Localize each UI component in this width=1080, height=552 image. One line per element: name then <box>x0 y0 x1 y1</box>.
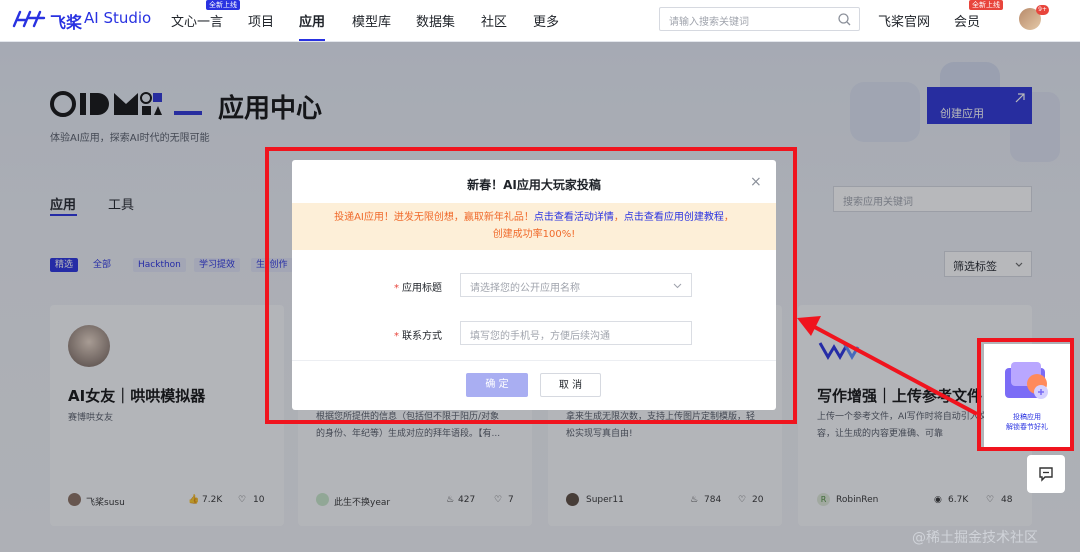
notification-count-badge: 9+ <box>1036 5 1049 15</box>
nav-official-site[interactable]: 飞桨官网 <box>878 11 930 30</box>
nav-item-apps[interactable]: 应用 <box>299 11 325 30</box>
nav-item-more[interactable]: 更多 <box>533 11 559 30</box>
annotation-box-widget <box>977 338 1074 451</box>
nav-item-models[interactable]: 模型库 <box>352 11 391 30</box>
annotation-arrow-icon <box>797 316 978 416</box>
top-nav: 飞桨 AI Studio 文心一言 全新上线 项目 应用 模型库 数据集 社区 … <box>0 0 1080 42</box>
new-badge: 全新上线 <box>206 0 240 10</box>
brand-name-en[interactable]: AI Studio <box>84 9 151 27</box>
nav-item-wenxin[interactable]: 文心一言 <box>171 11 223 30</box>
chat-button[interactable] <box>1027 455 1065 493</box>
chat-icon <box>1039 467 1053 482</box>
paddle-logo-icon[interactable] <box>12 8 46 30</box>
nav-member[interactable]: 会员 <box>954 11 980 30</box>
brand-name-cn[interactable]: 飞桨 <box>50 9 82 33</box>
nav-active-indicator <box>299 39 325 41</box>
annotation-box-modal <box>265 147 797 424</box>
top-search-placeholder: 请输入搜索关键词 <box>669 17 749 28</box>
watermark-text: @稀土掘金技术社区 <box>912 530 1038 546</box>
search-icon[interactable] <box>838 13 851 26</box>
nav-item-community[interactable]: 社区 <box>481 11 507 30</box>
top-search-input[interactable]: 请输入搜索关键词 <box>659 7 860 31</box>
member-new-badge: 全新上线 <box>969 0 1003 10</box>
nav-item-datasets[interactable]: 数据集 <box>416 11 455 30</box>
nav-item-projects[interactable]: 项目 <box>248 11 274 30</box>
